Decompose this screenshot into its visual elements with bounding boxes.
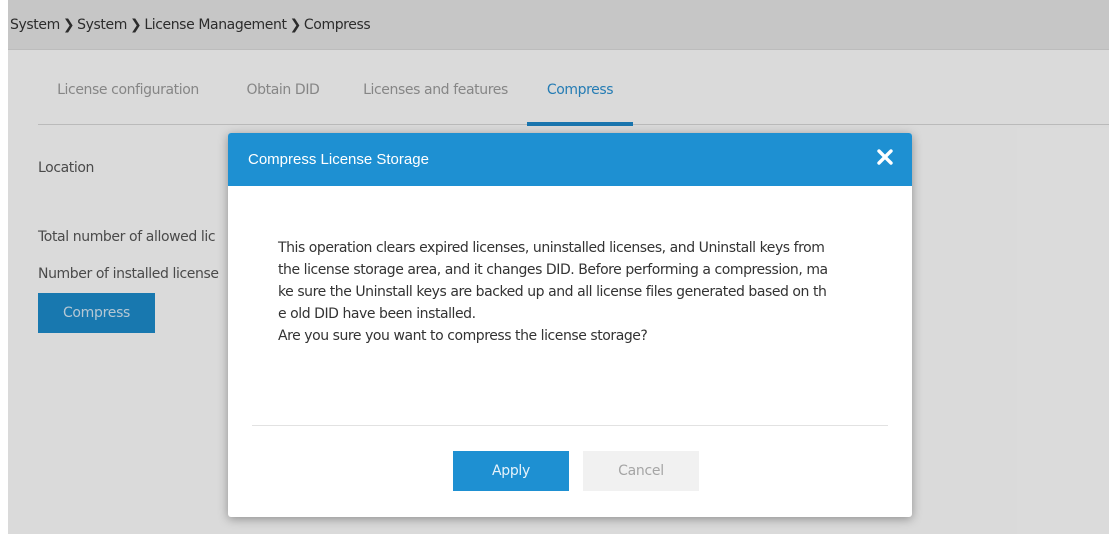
dialog-message: This operation clears expired licenses, … <box>278 237 878 347</box>
dialog-title: Compress License Storage <box>248 151 429 168</box>
message-line: This operation clears expired licenses, … <box>278 240 825 256</box>
message-line: Are you sure you want to compress the li… <box>278 328 648 344</box>
cancel-button[interactable]: Cancel <box>583 451 699 491</box>
message-line: e old DID have been installed. <box>278 306 476 322</box>
message-line: the license storage area, and it changes… <box>278 262 828 278</box>
dialog-divider <box>252 425 888 426</box>
dialog-header: Compress License Storage <box>228 133 912 186</box>
apply-button[interactable]: Apply <box>453 451 569 491</box>
message-line: ke sure the Uninstall keys are backed up… <box>278 284 827 300</box>
close-icon[interactable] <box>876 148 894 166</box>
compress-dialog: Compress License Storage This operation … <box>228 133 912 517</box>
